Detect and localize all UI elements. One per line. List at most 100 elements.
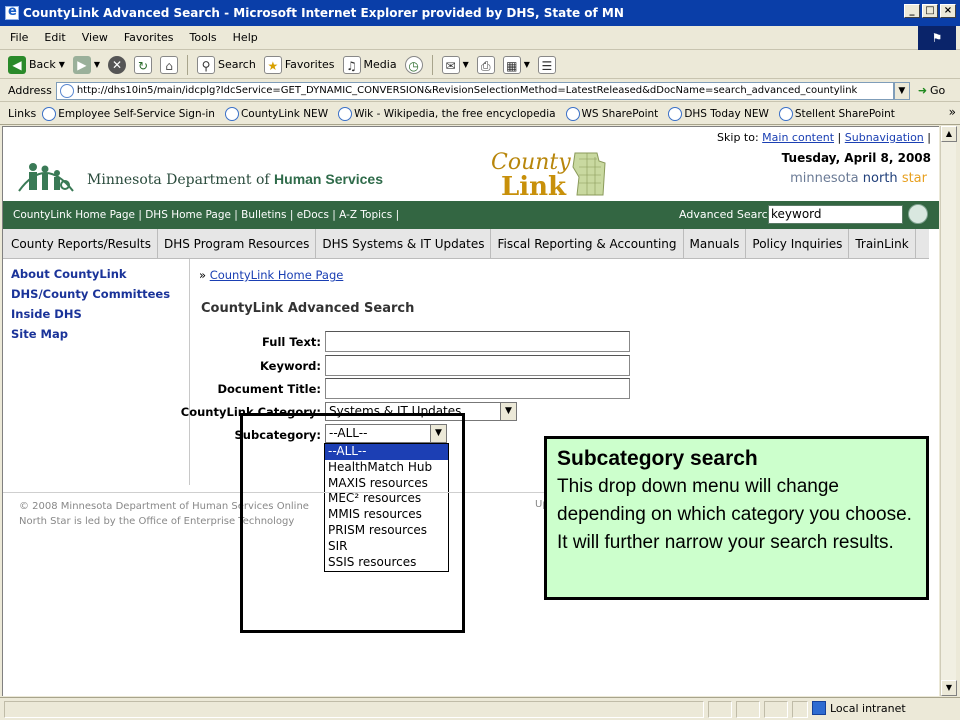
menu-tools[interactable]: Tools xyxy=(182,31,225,44)
links-more-button[interactable]: » xyxy=(949,105,956,119)
keyword-input[interactable] xyxy=(325,355,630,376)
link-wikipedia[interactable]: Wik - Wikipedia, the free encyclopedia xyxy=(338,106,556,121)
refresh-button[interactable]: ↻ xyxy=(132,55,154,74)
history-button[interactable]: ◷ xyxy=(403,55,425,74)
notes-button[interactable]: ☰ xyxy=(536,55,558,74)
search-label: Search xyxy=(218,58,256,71)
countylink-logo-link: Link xyxy=(501,172,567,199)
tab-county-reports[interactable]: County Reports/Results xyxy=(3,228,158,259)
chevron-down-icon: ▼ xyxy=(462,60,469,69)
search-go-icon[interactable] xyxy=(908,204,928,224)
callout-box: Subcategory search This drop down menu w… xyxy=(544,436,929,600)
status-text-cell xyxy=(4,701,704,718)
scroll-down-icon[interactable]: ▼ xyxy=(941,680,957,696)
print-button[interactable]: ⎙ xyxy=(475,55,497,74)
ie-link-icon xyxy=(338,106,353,121)
scroll-up-icon[interactable]: ▲ xyxy=(941,126,957,142)
mail-button[interactable]: ✉ ▼ xyxy=(440,55,471,74)
go-button[interactable]: ➜ Go xyxy=(910,84,945,97)
advanced-search-link[interactable]: Advanced Search xyxy=(679,208,775,221)
skip-main-content-link[interactable]: Main content xyxy=(762,131,834,144)
tab-manuals[interactable]: Manuals xyxy=(684,228,747,259)
windows-logo-icon: ⚑ xyxy=(918,26,956,50)
status-bar: Local intranet xyxy=(0,697,960,720)
chevron-down-icon: ▼ xyxy=(93,60,101,69)
page-icon xyxy=(59,83,74,98)
search-button[interactable]: ⚲ Search xyxy=(195,55,258,74)
full-text-label: Full Text: xyxy=(262,335,321,349)
links-bar: Links Employee Self-Service Sign-in Coun… xyxy=(0,103,960,125)
refresh-icon: ↻ xyxy=(134,55,153,74)
print-icon: ⎙ xyxy=(476,55,495,74)
keyword-search-input[interactable]: keyword xyxy=(768,205,903,224)
link-ws-sharepoint[interactable]: WS SharePoint xyxy=(565,106,658,121)
breadcrumb-home-link[interactable]: CountyLink Home Page xyxy=(210,268,344,282)
window-title: CountyLink Advanced Search - Microsoft I… xyxy=(23,6,624,20)
document-title-input[interactable] xyxy=(325,378,630,399)
edit-button[interactable]: ▦ ▼ xyxy=(501,55,532,74)
vertical-scrollbar[interactable]: ▲ ▼ xyxy=(940,126,957,696)
menu-favorites[interactable]: Favorites xyxy=(116,31,182,44)
go-label: Go xyxy=(930,84,946,97)
leftnav-about-countylink[interactable]: About CountyLink xyxy=(11,267,170,281)
status-cell xyxy=(764,701,788,718)
highlight-box xyxy=(240,413,465,633)
notes-icon: ☰ xyxy=(537,55,556,74)
media-button[interactable]: ♫ Media xyxy=(341,55,399,74)
menu-file[interactable]: File xyxy=(0,31,36,44)
favorites-button[interactable]: ★ Favorites xyxy=(262,55,337,74)
window-title-bar: CountyLink Advanced Search - Microsoft I… xyxy=(0,0,960,26)
breadcrumb: » CountyLink Home Page xyxy=(199,268,344,282)
link-dhs-today-new[interactable]: DHS Today NEW xyxy=(668,106,769,121)
maximize-button[interactable]: □ xyxy=(922,4,938,18)
tab-policy-inquiries[interactable]: Policy Inquiries xyxy=(746,228,850,259)
tab-dhs-systems-it[interactable]: DHS Systems & IT Updates xyxy=(316,228,492,259)
dhs-family-logo-icon xyxy=(18,163,74,192)
menu-help[interactable]: Help xyxy=(225,31,266,44)
full-text-input[interactable] xyxy=(325,331,630,352)
zone-label: Local intranet xyxy=(830,701,906,715)
favorites-star-icon: ★ xyxy=(263,55,282,74)
standard-toolbar: ◀ Back ▼ ▶ ▼ ✕ ↻ ⌂ ⚲ Search ★ Favorites … xyxy=(0,51,960,79)
skip-subnavigation-link[interactable]: Subnavigation xyxy=(845,131,924,144)
link-countylink-new[interactable]: CountyLink NEW xyxy=(224,106,328,121)
chevron-down-icon: ▼ xyxy=(58,60,65,69)
toolbar-separator xyxy=(187,54,189,75)
address-label: Address xyxy=(8,84,52,97)
forward-arrow-icon: ▶ xyxy=(72,55,91,74)
security-zone: Local intranet xyxy=(812,701,906,715)
address-url: http://dhs10in5/main/idcplg?IdcService=G… xyxy=(76,85,858,96)
tab-trainlink[interactable]: TrainLink xyxy=(849,228,916,259)
forward-button[interactable]: ▶ ▼ xyxy=(71,55,102,74)
tab-fiscal-reporting[interactable]: Fiscal Reporting & Accounting xyxy=(491,228,684,259)
leftnav-dhs-county-committees[interactable]: DHS/County Committees xyxy=(11,287,170,301)
minimize-button[interactable]: _ xyxy=(904,4,920,18)
page-date: Tuesday, April 8, 2008 xyxy=(781,151,931,165)
top-nav-links[interactable]: CountyLink Home Page | DHS Home Page | B… xyxy=(3,209,399,221)
form-title: CountyLink Advanced Search xyxy=(201,301,415,316)
edit-icon: ▦ xyxy=(502,55,521,74)
chevron-down-icon: ▼ xyxy=(500,403,516,420)
link-stellent-sharepoint[interactable]: Stellent SharePoint xyxy=(778,106,895,121)
status-cell xyxy=(792,701,808,718)
go-arrow-icon: ➜ xyxy=(917,84,928,97)
leftnav-inside-dhs[interactable]: Inside DHS xyxy=(11,307,170,321)
back-arrow-icon: ◀ xyxy=(8,55,26,74)
address-input[interactable]: http://dhs10in5/main/idcplg?IdcService=G… xyxy=(55,81,894,100)
home-button[interactable]: ⌂ xyxy=(158,55,180,74)
address-dropdown-button[interactable]: ▼ xyxy=(893,81,910,100)
tab-dhs-program-resources[interactable]: DHS Program Resources xyxy=(158,228,317,259)
back-button[interactable]: ◀ Back ▼ xyxy=(6,55,67,74)
toolbar-separator xyxy=(431,54,433,75)
ie-page-icon xyxy=(5,4,19,20)
menu-view[interactable]: View xyxy=(74,31,116,44)
ie-link-icon xyxy=(224,106,239,121)
menu-edit[interactable]: Edit xyxy=(36,31,73,44)
page-viewport: Skip to: Main content | Subnavigation | … xyxy=(2,126,939,696)
stop-button[interactable]: ✕ xyxy=(106,55,128,74)
close-button[interactable]: × xyxy=(940,4,956,18)
favorites-label: Favorites xyxy=(284,58,335,71)
home-icon: ⌂ xyxy=(160,55,179,74)
northstar-logo: minnesota north star xyxy=(790,171,927,186)
link-employee-self-service[interactable]: Employee Self-Service Sign-in xyxy=(42,106,215,121)
